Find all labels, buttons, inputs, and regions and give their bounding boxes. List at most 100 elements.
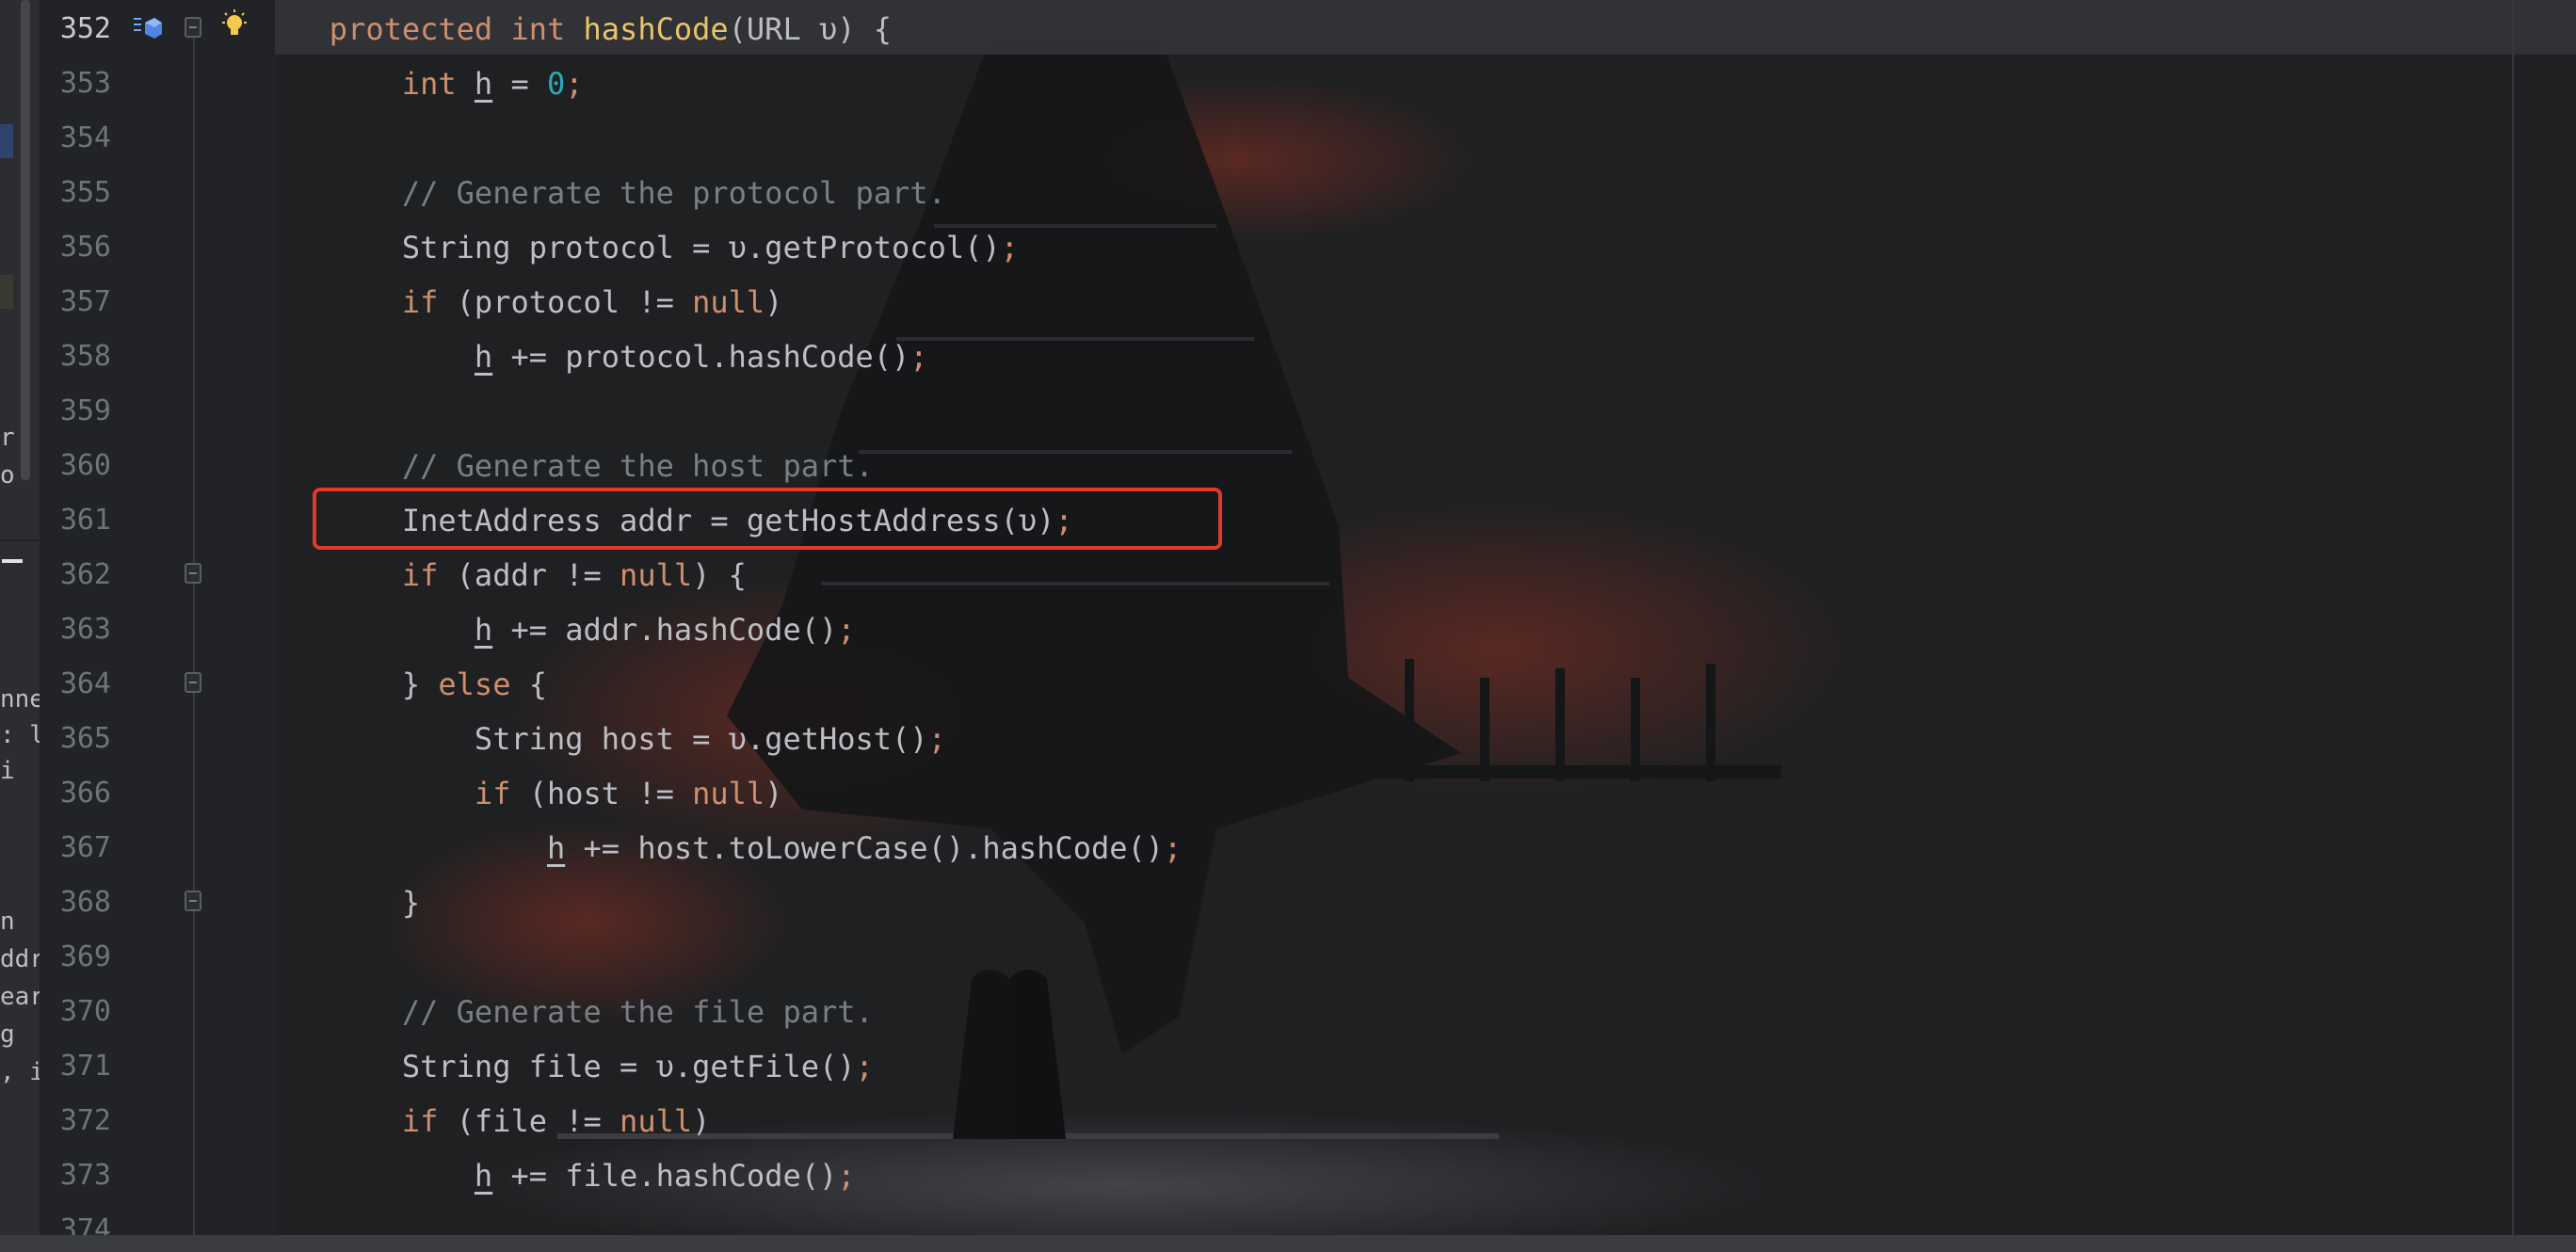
- tree-item-highlight[interactable]: [0, 275, 13, 309]
- panel-text-fragment: o: [0, 461, 15, 490]
- line-number[interactable]: 372: [43, 1094, 111, 1148]
- line-number[interactable]: 352: [43, 2, 111, 56]
- code-token: ;: [565, 66, 584, 102]
- line-number[interactable]: 368: [43, 875, 111, 930]
- line-number[interactable]: 359: [43, 384, 111, 439]
- code-token: if: [401, 557, 457, 593]
- code-line[interactable]: protected int hashCode(URL υ) {: [275, 2, 892, 56]
- line-number[interactable]: 364: [43, 657, 111, 712]
- code-line[interactable]: h += addr.hashCode();: [275, 602, 856, 657]
- code-line[interactable]: // Generate the file part.: [275, 985, 874, 1039]
- code-line[interactable]: // Generate the host part.: [275, 439, 874, 493]
- code-token: String file = υ.getFile(): [329, 1049, 856, 1084]
- line-number[interactable]: 371: [43, 1039, 111, 1094]
- panel-text-fragment: , i: [0, 1058, 40, 1086]
- code-token: += addr.hashCode(): [492, 612, 838, 648]
- line-number[interactable]: 358: [43, 329, 111, 384]
- code-line[interactable]: h += host.toLowerCase().hashCode();: [275, 821, 1182, 875]
- code-token: String host = υ.getHost(): [329, 721, 928, 757]
- code-line[interactable]: if (addr != null) {: [275, 548, 747, 602]
- right-margin-guide: [2512, 0, 2514, 1235]
- line-number[interactable]: 370: [43, 985, 111, 1039]
- code-token: if: [401, 1103, 457, 1139]
- line-number[interactable]: 360: [43, 439, 111, 493]
- line-number[interactable]: 355: [43, 166, 111, 220]
- line-number[interactable]: 356: [43, 220, 111, 275]
- code-line[interactable]: [275, 111, 330, 166]
- code-token: h: [474, 1158, 493, 1194]
- line-number[interactable]: 363: [43, 602, 111, 657]
- line-number[interactable]: 354: [43, 111, 111, 166]
- fold-toggle-icon[interactable]: [185, 891, 201, 911]
- implementation-marker-icon[interactable]: [132, 13, 164, 47]
- code-token: null: [692, 284, 765, 320]
- code-token: (URL υ) {: [728, 11, 893, 47]
- line-number[interactable]: 361: [43, 493, 111, 548]
- tree-selection-highlight[interactable]: [0, 124, 13, 158]
- fold-toggle-icon[interactable]: [185, 563, 201, 584]
- line-number[interactable]: 357: [43, 275, 111, 329]
- code-token: ;: [837, 1158, 856, 1194]
- code-token: String protocol = υ.getProtocol(): [329, 230, 1001, 265]
- lightbulb-icon[interactable]: [220, 9, 249, 47]
- code-token: int: [510, 11, 584, 47]
- code-line[interactable]: if (file != null): [275, 1094, 711, 1148]
- code-line[interactable]: int h = 0;: [275, 56, 584, 111]
- code-token: ): [765, 284, 783, 320]
- panel-scrollbar[interactable]: [21, 0, 30, 480]
- code-token: }: [329, 666, 439, 702]
- code-line[interactable]: String host = υ.getHost();: [275, 712, 946, 766]
- code-line[interactable]: [275, 1203, 330, 1235]
- line-number[interactable]: 366: [43, 766, 111, 821]
- collapse-icon[interactable]: [2, 559, 23, 563]
- panel-text-fragment: n: [0, 907, 15, 936]
- line-number[interactable]: 369: [43, 930, 111, 985]
- line-number[interactable]: 365: [43, 712, 111, 766]
- code-token: protected: [329, 11, 511, 47]
- code-token: ) {: [692, 557, 747, 593]
- code-line[interactable]: h += protocol.hashCode();: [275, 329, 928, 384]
- highlight-annotation-box: [313, 488, 1222, 550]
- line-number[interactable]: 373: [43, 1148, 111, 1203]
- code-line[interactable]: // Generate the protocol part.: [275, 166, 946, 220]
- code-token: ): [692, 1103, 711, 1139]
- code-token: // Generate the protocol part.: [401, 175, 946, 211]
- code-line[interactable]: String protocol = υ.getProtocol();: [275, 220, 1019, 275]
- code-token: ;: [1000, 230, 1019, 265]
- horizontal-scrollbar[interactable]: [0, 1235, 2576, 1252]
- panel-text-fragment: ddr: [0, 945, 40, 973]
- code-token: hashCode: [583, 11, 729, 47]
- ide-editor-window: r o nne: l i n ddr ear g , i 352 353 354 355 356 357…: [0, 0, 2576, 1252]
- code-line[interactable]: if (host != null): [275, 766, 783, 821]
- fold-toggle-icon[interactable]: [185, 672, 201, 693]
- line-number[interactable]: 367: [43, 821, 111, 875]
- code-line[interactable]: String file = υ.getFile();: [275, 1039, 874, 1094]
- line-number[interactable]: 353: [43, 56, 111, 111]
- panel-text-fragment: : l: [0, 721, 40, 749]
- documentation-pane: [0, 541, 40, 1252]
- code-line[interactable]: if (protocol != null): [275, 275, 783, 329]
- code-token: ;: [837, 612, 856, 648]
- code-editor[interactable]: protected int hashCode(URL υ) { int h = …: [275, 0, 2576, 1235]
- code-line[interactable]: [275, 930, 330, 985]
- fold-toggle-icon[interactable]: [185, 17, 201, 38]
- code-line[interactable]: h += file.hashCode();: [275, 1148, 856, 1203]
- code-line[interactable]: [275, 384, 330, 439]
- line-number[interactable]: 362: [43, 548, 111, 602]
- code-line[interactable]: }: [275, 875, 420, 930]
- code-line[interactable]: } else {: [275, 657, 547, 712]
